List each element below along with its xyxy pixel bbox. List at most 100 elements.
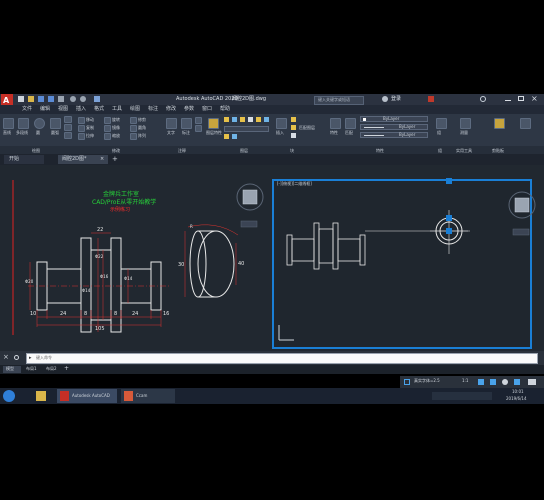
shaft-front-view[interactable]: [36, 237, 162, 333]
undo-icon[interactable]: [70, 96, 76, 102]
leader-icon[interactable]: [195, 117, 202, 124]
layer-lock-icon[interactable]: [240, 117, 245, 122]
dimension-tool-icon[interactable]: [181, 118, 192, 129]
snap-icon[interactable]: [478, 379, 484, 385]
menu-item-draw[interactable]: 绘图: [130, 107, 140, 112]
new-file-icon[interactable]: [18, 96, 24, 102]
save-as-icon[interactable]: [48, 96, 54, 102]
menu-item-file[interactable]: 文件: [22, 107, 32, 112]
wcs-menu-left[interactable]: [240, 220, 258, 228]
isolate-icon[interactable]: [514, 379, 520, 385]
command-settings-icon[interactable]: [14, 355, 19, 360]
menu-item-parametric[interactable]: 参数: [184, 107, 194, 112]
paste-icon[interactable]: [494, 118, 505, 129]
layer-match-icon[interactable]: [224, 134, 229, 139]
tab-model[interactable]: 模型: [3, 366, 21, 373]
help-icon[interactable]: [480, 96, 486, 102]
drawing-area[interactable]: 金牌兵工作室 CAD/ProE从零开始教学 示例练习 105 10 24 8 2…: [0, 165, 544, 351]
maximize-icon[interactable]: [518, 96, 524, 101]
lineweight-dropdown[interactable]: ByLayer: [360, 132, 428, 138]
redo-icon[interactable]: [80, 96, 86, 102]
text-tool-icon[interactable]: [166, 118, 177, 129]
menu-item-format[interactable]: 格式: [94, 107, 104, 112]
draw-extra-icon-3[interactable]: [64, 132, 72, 139]
layer-buttons-grid[interactable]: [224, 117, 270, 139]
move-icon[interactable]: [78, 117, 85, 124]
viewcube-left[interactable]: [236, 183, 264, 211]
plot-icon[interactable]: [58, 96, 64, 102]
close-icon[interactable]: ×: [531, 95, 538, 103]
match-layer-icon[interactable]: [291, 125, 296, 130]
menu-item-edit[interactable]: 编辑: [40, 107, 50, 112]
copy-icon[interactable]: [78, 125, 85, 132]
ortho-icon[interactable]: [490, 379, 496, 385]
mirror-icon[interactable]: [104, 125, 111, 132]
clipboard-icon[interactable]: [520, 118, 531, 129]
arc-tool-icon[interactable]: [50, 118, 61, 129]
annotation-scale[interactable]: 真实字体=2.5: [414, 379, 440, 383]
group-icon[interactable]: [436, 118, 447, 129]
workspace-icon[interactable]: [502, 379, 508, 385]
scale-value[interactable]: 1:1: [462, 379, 468, 383]
tab-layout1[interactable]: 布局1: [26, 367, 37, 371]
explorer-icon[interactable]: [36, 391, 46, 401]
drawing-canvas[interactable]: [0, 165, 544, 351]
fillet-icon[interactable]: [130, 125, 137, 132]
insert-block-icon[interactable]: [276, 118, 287, 129]
properties-icon[interactable]: [330, 118, 341, 129]
add-layout-icon[interactable]: +: [64, 366, 69, 372]
viewport-label[interactable]: [-][俯视][二维线框]: [277, 182, 312, 186]
trim-icon[interactable]: [130, 117, 137, 124]
windows-start-icon[interactable]: [3, 390, 15, 402]
menu-item-view[interactable]: 视图: [58, 107, 68, 112]
menu-item-modify[interactable]: 修改: [166, 107, 176, 112]
line-tool-icon[interactable]: [3, 118, 14, 129]
right-viewport[interactable]: [272, 179, 532, 349]
tray-icons[interactable]: [432, 392, 492, 400]
rotate-icon[interactable]: [104, 117, 111, 124]
taskbar-item-ccam[interactable]: Ccam: [121, 389, 175, 403]
menu-item-dimension[interactable]: 标注: [148, 107, 158, 112]
minimize-icon[interactable]: [505, 100, 511, 101]
polyline-tool-icon[interactable]: [18, 118, 29, 129]
grid-icon[interactable]: [404, 379, 410, 385]
taskbar-item-autocad[interactable]: Autodesk AutoCAD: [57, 389, 117, 403]
exchange-icon[interactable]: [428, 96, 434, 102]
menu-item-insert[interactable]: 插入: [76, 107, 86, 112]
menu-item-tools[interactable]: 工具: [112, 107, 122, 112]
layer-properties-icon[interactable]: [208, 118, 219, 129]
make-current-icon[interactable]: [291, 117, 296, 122]
command-close-icon[interactable]: ×: [3, 354, 9, 361]
tab-drawing[interactable]: 阀腔2D图* ×: [58, 155, 108, 164]
tab-layout2[interactable]: 布局2: [46, 367, 57, 371]
array-icon[interactable]: [130, 133, 137, 140]
linetype-dropdown[interactable]: ByLayer: [360, 124, 428, 130]
layer-current-icon[interactable]: [232, 134, 237, 139]
circle-tool-icon[interactable]: [34, 118, 45, 129]
measure-icon[interactable]: [460, 118, 471, 129]
layer-dropdown[interactable]: [224, 126, 269, 132]
layer-freeze-icon[interactable]: [232, 117, 237, 122]
user-icon[interactable]: [382, 96, 388, 102]
command-input[interactable]: ▸ 键入命令: [26, 353, 538, 364]
stretch-icon[interactable]: [78, 133, 85, 140]
customize-icon[interactable]: [528, 379, 536, 385]
new-tab-icon[interactable]: +: [112, 156, 118, 163]
match-properties-icon[interactable]: [345, 118, 356, 129]
block-editor-icon[interactable]: [291, 133, 296, 138]
search-box[interactable]: 键入关键字或短语: [314, 96, 364, 105]
table-icon[interactable]: [195, 125, 202, 132]
layer-walk-icon[interactable]: [264, 117, 269, 122]
layer-state-icon[interactable]: [224, 117, 229, 122]
end-view[interactable]: [189, 230, 235, 298]
tab-close-icon[interactable]: ×: [100, 157, 104, 162]
quick-access-toolbar[interactable]: [18, 96, 148, 103]
sign-in-label[interactable]: 登录: [391, 97, 401, 102]
save-icon[interactable]: [38, 96, 44, 102]
open-file-icon[interactable]: [28, 96, 34, 102]
scale-icon[interactable]: [104, 133, 111, 140]
layer-iso-icon[interactable]: [256, 117, 261, 122]
draw-extra-icon[interactable]: [64, 116, 72, 123]
tab-start[interactable]: 开始: [4, 155, 44, 164]
share-icon[interactable]: [94, 96, 100, 102]
